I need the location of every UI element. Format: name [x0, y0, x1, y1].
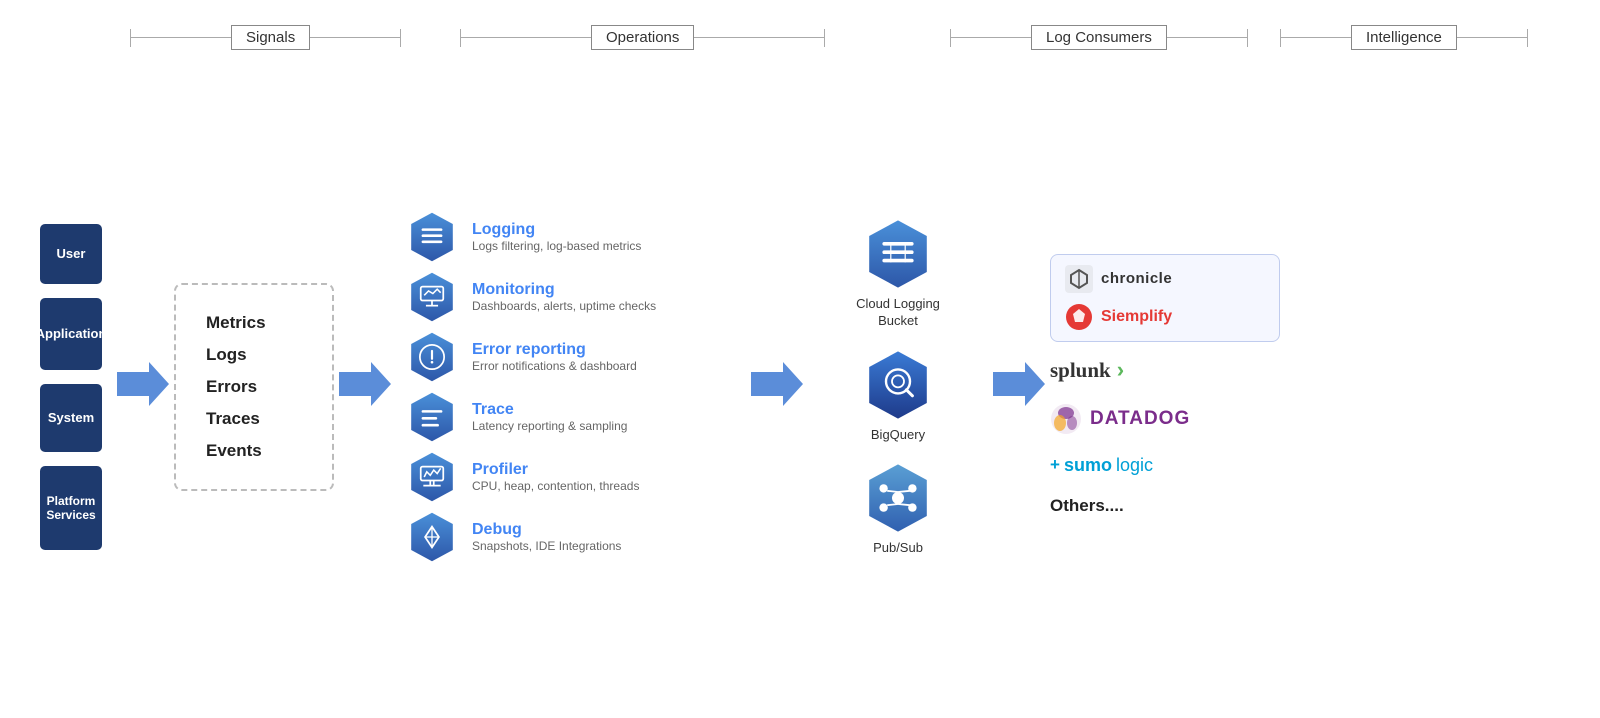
- consumer-cloud-logging-bucket: Cloud LoggingBucket: [856, 218, 940, 330]
- trace-icon: [406, 391, 458, 443]
- siemplify-label: Siemplify: [1101, 308, 1172, 326]
- siemplify-row: Siemplify: [1065, 303, 1265, 331]
- datadog-row: DATADOG: [1050, 399, 1280, 439]
- op-trace-desc: Latency reporting & sampling: [472, 419, 627, 433]
- others-label: Others....: [1050, 496, 1124, 515]
- op-error-reporting-text: Error reporting Error notifications & da…: [472, 341, 637, 373]
- sources-column: User Application System Platform Service…: [40, 224, 102, 550]
- op-profiler-desc: CPU, heap, contention, threads: [472, 479, 639, 493]
- intelligence-column: chronicle Siemplify splunk ›: [1050, 254, 1280, 520]
- source-platform-services: Platform Services: [40, 466, 102, 550]
- signal-events: Events: [206, 441, 302, 461]
- sumologic-label-2: logic: [1116, 455, 1153, 476]
- op-logging-title: Logging: [472, 221, 641, 239]
- splunk-arrow-icon: ›: [1117, 359, 1124, 381]
- signal-traces: Traces: [206, 409, 302, 429]
- signal-metrics: Metrics: [206, 313, 302, 333]
- op-error-reporting-desc: Error notifications & dashboard: [472, 359, 637, 373]
- arrow-sources-to-signals: [117, 362, 169, 411]
- op-monitoring-title: Monitoring: [472, 281, 656, 299]
- datadog-icon: [1050, 403, 1082, 435]
- log-consumers-label: Log Consumers: [1031, 25, 1167, 50]
- consumer-cloud-logging-bucket-label: Cloud LoggingBucket: [856, 296, 940, 330]
- error-reporting-icon: [406, 331, 458, 383]
- op-logging: Logging Logs filtering, log-based metric…: [406, 211, 746, 263]
- arrow-consumers-to-intelligence: [993, 362, 1045, 411]
- op-debug-text: Debug Snapshots, IDE Integrations: [472, 521, 621, 553]
- datadog-label: DATADOG: [1090, 408, 1190, 430]
- siemplify-icon: [1065, 303, 1093, 331]
- op-monitoring-desc: Dashboards, alerts, uptime checks: [472, 299, 656, 313]
- profiler-icon: [406, 451, 458, 503]
- sumologic-row: + sumologic: [1050, 451, 1280, 480]
- op-trace-title: Trace: [472, 401, 627, 419]
- sumologic-label: sumo: [1064, 455, 1112, 476]
- source-system: System: [40, 384, 102, 452]
- operations-label: Operations: [591, 25, 694, 50]
- bigquery-icon: [862, 349, 934, 421]
- chronicle-label: chronicle: [1101, 270, 1172, 287]
- signals-box: Metrics Logs Errors Traces Events: [174, 283, 334, 491]
- op-error-reporting-title: Error reporting: [472, 341, 637, 359]
- op-error-reporting: Error reporting Error notifications & da…: [406, 331, 746, 383]
- op-debug: Debug Snapshots, IDE Integrations: [406, 511, 746, 563]
- op-trace: Trace Latency reporting & sampling: [406, 391, 746, 443]
- op-monitoring-text: Monitoring Dashboards, alerts, uptime ch…: [472, 281, 656, 313]
- logging-icon: [406, 211, 458, 263]
- diagram: Signals Operations Log Consumers Intelli…: [30, 19, 1570, 699]
- pubsub-icon: [862, 462, 934, 534]
- consumer-bigquery-label: BigQuery: [871, 427, 925, 442]
- consumer-bigquery: BigQuery: [862, 349, 934, 442]
- signals-label: Signals: [231, 25, 310, 50]
- signal-logs: Logs: [206, 345, 302, 365]
- op-logging-desc: Logs filtering, log-based metrics: [472, 239, 641, 253]
- monitoring-icon: [406, 271, 458, 323]
- op-debug-desc: Snapshots, IDE Integrations: [472, 539, 621, 553]
- signal-errors: Errors: [206, 377, 302, 397]
- sumo-plus-icon: +: [1050, 455, 1060, 475]
- arrow-signals-to-operations: [339, 362, 391, 411]
- chronicle-siemplify-box: chronicle Siemplify: [1050, 254, 1280, 342]
- source-user: User: [40, 224, 102, 284]
- op-monitoring: Monitoring Dashboards, alerts, uptime ch…: [406, 271, 746, 323]
- operations-column: Logging Logs filtering, log-based metric…: [406, 211, 746, 563]
- chronicle-row: chronicle: [1065, 265, 1265, 293]
- consumer-pubsub: Pub/Sub: [862, 462, 934, 555]
- op-trace-text: Trace Latency reporting & sampling: [472, 401, 627, 433]
- op-debug-title: Debug: [472, 521, 621, 539]
- splunk-row: splunk ›: [1050, 354, 1280, 387]
- intelligence-label: Intelligence: [1351, 25, 1457, 50]
- debug-icon: [406, 511, 458, 563]
- chronicle-icon: [1065, 265, 1093, 293]
- arrow-operations-to-consumers: [751, 362, 803, 411]
- op-profiler: Profiler CPU, heap, contention, threads: [406, 451, 746, 503]
- source-application: Application: [40, 298, 102, 370]
- consumers-column: Cloud LoggingBucket BigQuery: [808, 218, 988, 556]
- cloud-logging-bucket-icon: [862, 218, 934, 290]
- splunk-label: splunk: [1050, 358, 1111, 383]
- op-profiler-text: Profiler CPU, heap, contention, threads: [472, 461, 639, 493]
- others-row: Others....: [1050, 492, 1280, 520]
- op-logging-text: Logging Logs filtering, log-based metric…: [472, 221, 641, 253]
- op-profiler-title: Profiler: [472, 461, 639, 479]
- consumer-pubsub-label: Pub/Sub: [873, 540, 923, 555]
